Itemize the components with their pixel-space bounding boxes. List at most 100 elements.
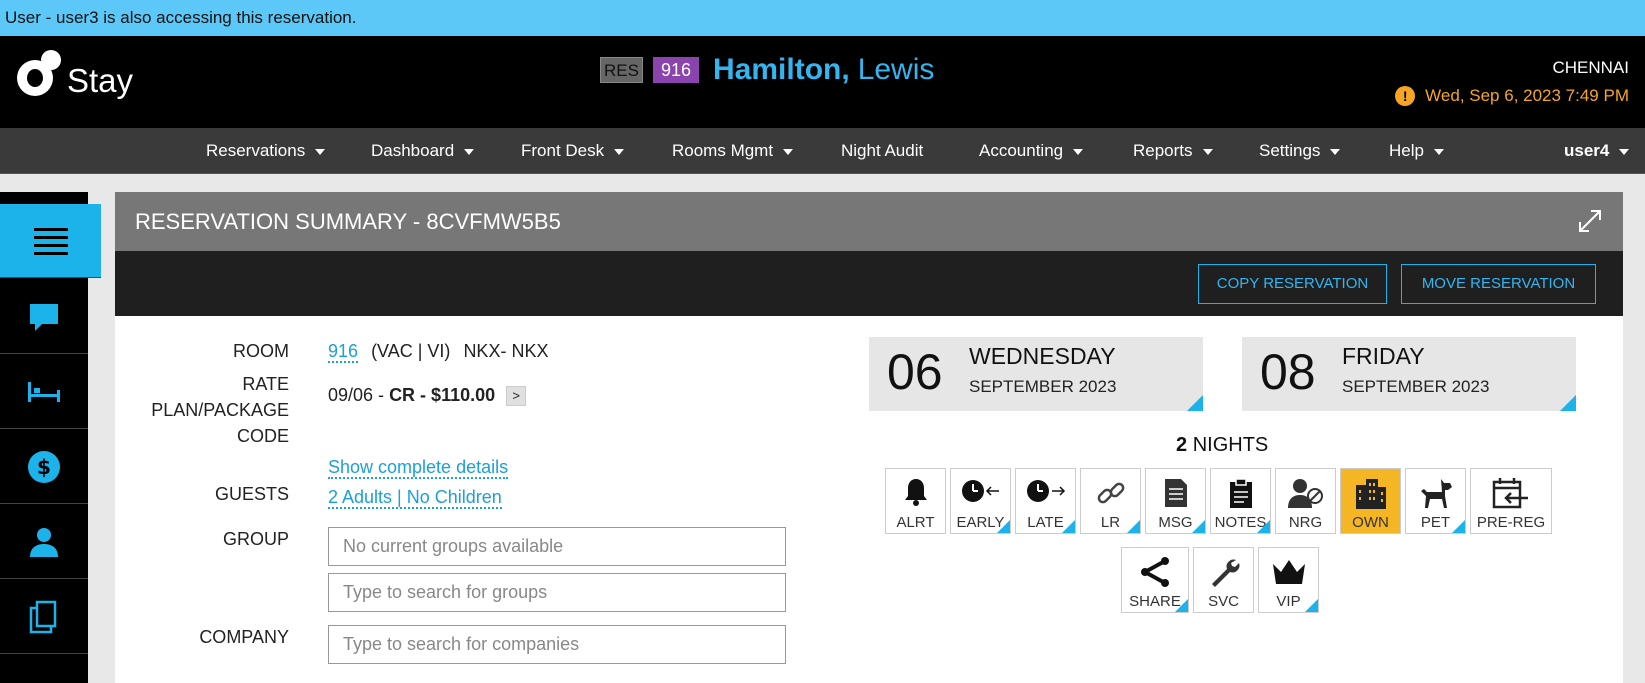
flag-notes[interactable]: NOTES	[1210, 468, 1271, 534]
arrival-date-card[interactable]: 06 WEDNESDAY SEPTEMBER 2023	[869, 337, 1203, 411]
flag-pet[interactable]: PET	[1405, 468, 1466, 534]
flag-early[interactable]: EARLY	[950, 468, 1011, 534]
nav-rooms-mgmt[interactable]: Rooms Mgmt	[672, 128, 794, 174]
departure-date-card[interactable]: 08 FRIDAY SEPTEMBER 2023	[1242, 337, 1576, 411]
nav-accounting[interactable]: Accounting	[979, 128, 1084, 174]
room-type: NKX- NKX	[463, 341, 549, 361]
flag-lr[interactable]: LR	[1080, 468, 1141, 534]
flag-label: NRG	[1288, 514, 1323, 531]
flag-icon-wrap	[1016, 477, 1075, 511]
departure-weekday: FRIDAY	[1342, 343, 1425, 369]
flag-icon-wrap	[1081, 477, 1140, 511]
caret-down-icon	[315, 148, 326, 155]
side-toolbar: $	[0, 192, 101, 683]
link-icon	[1097, 482, 1124, 504]
departure-month-year: SEPTEMBER 2023	[1342, 377, 1490, 396]
flag-share[interactable]: SHARE	[1121, 547, 1189, 613]
clock-left-icon	[961, 480, 999, 502]
caret-down-icon	[1202, 148, 1213, 155]
nav-reports[interactable]: Reports	[1133, 128, 1213, 174]
app-logo[interactable]: Stay	[17, 48, 133, 100]
flag-label: OWN	[1352, 514, 1389, 531]
clipboard-icon	[1229, 478, 1252, 508]
panel-header: RESERVATION SUMMARY - 8CVFMW5B5	[115, 192, 1623, 251]
room-badge: 916	[652, 57, 700, 83]
nights-number: 2	[1176, 434, 1188, 456]
expand-icon[interactable]	[1577, 208, 1603, 234]
room-status: (VAC | VI)	[371, 341, 451, 361]
show-details-row: Show complete details	[328, 454, 509, 480]
flag-icon-wrap	[1276, 477, 1335, 511]
corner-indicator-icon	[1175, 599, 1188, 612]
reservation-summary-panel: RESERVATION SUMMARY - 8CVFMW5B5 COPY RES…	[115, 192, 1623, 683]
property-info: CHENNAI ! Wed, Sep 6, 2023 7:49 PM	[1395, 58, 1629, 106]
side-guest-button[interactable]	[0, 505, 88, 579]
corner-indicator-icon	[1452, 520, 1465, 533]
copy-reservation-button[interactable]: COPY RESERVATION	[1198, 264, 1387, 304]
chevron-right-icon[interactable]: >	[506, 386, 527, 407]
nav-reservations[interactable]: Reservations	[206, 128, 326, 174]
share-icon	[1141, 557, 1169, 587]
side-room-button[interactable]	[0, 355, 88, 429]
guests-label: GUESTS	[214, 484, 289, 504]
nav-dashboard[interactable]: Dashboard	[371, 128, 475, 174]
flag-svc[interactable]: SVC	[1193, 547, 1254, 613]
flag-icon-wrap	[1259, 556, 1318, 590]
flag-icon-wrap	[886, 477, 945, 511]
room-label: ROOM	[233, 341, 289, 361]
rate-date: 09/06 -	[328, 385, 385, 405]
wrench-icon	[1211, 559, 1239, 587]
side-documents-button[interactable]	[0, 580, 88, 654]
corner-indicator-icon	[1305, 599, 1318, 612]
show-complete-details-link[interactable]: Show complete details	[328, 457, 509, 479]
group-search-input[interactable]: Type to search for groups	[328, 573, 786, 612]
nav-front-desk[interactable]: Front Desk	[521, 128, 625, 174]
caret-down-icon	[1073, 148, 1084, 155]
logo-mark-icon	[17, 50, 61, 98]
nav-user-menu[interactable]: user4	[1564, 128, 1630, 174]
side-chat-button[interactable]	[0, 280, 88, 354]
flag-icon-wrap	[951, 477, 1010, 511]
main-nav: Reservations Dashboard Front Desk Rooms …	[0, 128, 1645, 174]
calendar-arrow-icon	[1492, 478, 1528, 509]
nights-label: NIGHTS	[1192, 434, 1269, 456]
side-billing-button[interactable]: $	[0, 430, 88, 504]
corner-indicator-icon	[1127, 520, 1140, 533]
nights-count: 2 NIGHTS	[1176, 434, 1268, 457]
flag-label: ALRT	[896, 514, 935, 531]
room-number-link[interactable]: 916	[328, 341, 359, 363]
flag-alrt[interactable]: ALRT	[885, 468, 946, 534]
company-search-input[interactable]: Type to search for companies	[328, 625, 786, 664]
flag-nrg[interactable]: NRG	[1275, 468, 1336, 534]
flag-msg[interactable]: MSG	[1145, 468, 1206, 534]
business-datetime: ! Wed, Sep 6, 2023 7:49 PM	[1395, 86, 1629, 106]
warning-icon[interactable]: !	[1395, 86, 1416, 106]
flag-icon-wrap	[1194, 556, 1253, 590]
rate-label-line1: RATE	[242, 374, 289, 394]
flag-own[interactable]: OWN	[1340, 468, 1401, 534]
room-value: 916 (VAC | VI) NKX- NKX	[328, 338, 548, 364]
flag-late[interactable]: LATE	[1015, 468, 1076, 534]
corner-indicator-icon	[1560, 395, 1576, 411]
flag-label: PRE-REG	[1476, 514, 1546, 531]
nav-settings[interactable]: Settings	[1259, 128, 1341, 174]
company-label: COMPANY	[199, 627, 289, 647]
rate-amount: CR - $110.00	[389, 385, 496, 405]
caret-down-icon	[1433, 148, 1444, 155]
move-reservation-button[interactable]: MOVE RESERVATION	[1401, 264, 1596, 304]
group-select[interactable]: No current groups available	[328, 527, 786, 566]
corner-indicator-icon	[997, 520, 1010, 533]
flag-vip[interactable]: VIP	[1258, 547, 1319, 613]
nav-night-audit[interactable]: Night Audit	[841, 128, 923, 174]
arrival-weekday: WEDNESDAY	[969, 343, 1116, 369]
building-icon	[1355, 479, 1386, 509]
guests-link[interactable]: 2 Adults | No Children	[328, 487, 502, 509]
svg-text:$: $	[37, 455, 51, 479]
res-badge: RES	[600, 57, 643, 83]
flag-pre-reg[interactable]: PRE-REG	[1470, 468, 1552, 534]
reservation-title: RES 916 Hamilton, Lewis	[600, 53, 934, 87]
corner-indicator-icon	[1192, 520, 1205, 533]
nav-help[interactable]: Help	[1389, 128, 1444, 174]
side-menu-button[interactable]	[0, 204, 101, 278]
dollar-icon: $	[28, 450, 60, 483]
